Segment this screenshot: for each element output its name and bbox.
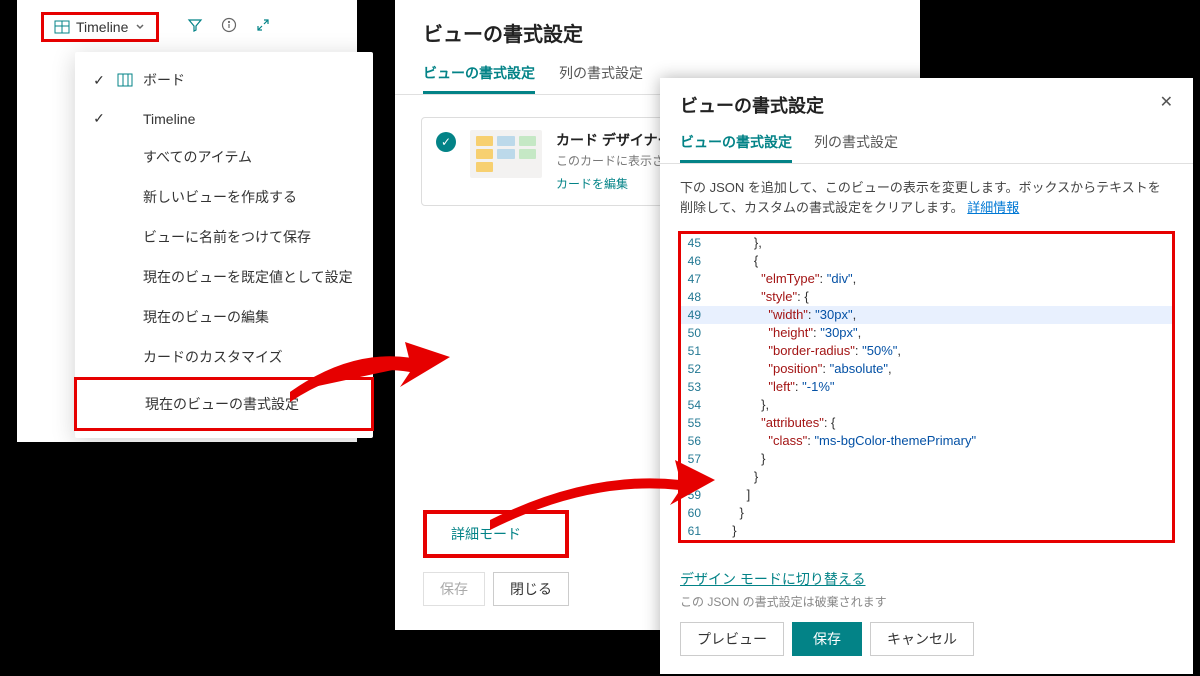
card-thumbnail [470, 130, 542, 178]
close-button[interactable]: 閉じる [493, 572, 569, 606]
save-button[interactable]: 保存 [792, 622, 862, 656]
menu-set-default[interactable]: 現在のビューを既定値として設定 [75, 257, 373, 297]
design-mode-note: この JSON の書式設定は破棄されます [680, 593, 1173, 610]
option-label: 新しいビューを作成する [143, 187, 297, 207]
table-icon [54, 19, 70, 35]
close-icon[interactable]: ✕ [1160, 92, 1173, 112]
chevron-down-icon [134, 19, 146, 35]
menu-format-current-view[interactable]: 現在のビューの書式設定 [74, 377, 374, 431]
menu-save-view-as[interactable]: ビューに名前をつけて保存 [75, 217, 373, 257]
filter-icon[interactable] [187, 17, 203, 38]
option-label: ビューに名前をつけて保存 [143, 227, 311, 247]
view-option-all[interactable]: すべてのアイテム [75, 137, 373, 177]
save-button[interactable]: 保存 [423, 572, 485, 606]
json-description: 下の JSON を追加して、このビューの表示を変更します。ボックスからテキストを… [660, 164, 1193, 231]
panel3-footer: デザイン モードに切り替える この JSON の書式設定は破棄されます プレビュ… [660, 557, 1193, 674]
tab-view-format[interactable]: ビューの書式設定 [680, 124, 792, 163]
tab-column-format[interactable]: 列の書式設定 [559, 55, 643, 94]
board-icon [117, 72, 133, 88]
view-button-label: Timeline [76, 19, 128, 35]
tab-column-format[interactable]: 列の書式設定 [814, 124, 898, 163]
toolbar-actions [187, 17, 271, 38]
option-label: 現在のビューを既定値として設定 [143, 267, 353, 287]
check-circle-icon: ✓ [436, 132, 456, 152]
view-dropdown-menu: ✓ ボード ✓ Timeline すべてのアイテム 新しいビューを作成する ビュ… [75, 52, 373, 438]
menu-create-view[interactable]: 新しいビューを作成する [75, 177, 373, 217]
option-label: すべてのアイテム [143, 147, 252, 167]
tab-view-format[interactable]: ビューの書式設定 [423, 55, 535, 94]
panel3-tabs: ビューの書式設定 列の書式設定 [660, 124, 1193, 164]
panel-title: ビューの書式設定 [395, 0, 920, 55]
option-label: 現在のビューの書式設定 [145, 394, 299, 414]
cancel-button[interactable]: キャンセル [870, 622, 974, 656]
design-mode-link[interactable]: デザイン モードに切り替える [680, 569, 1173, 589]
advanced-mode-highlight: 詳細モード [423, 510, 569, 558]
panel3-title: ビューの書式設定 [680, 92, 824, 118]
option-label: ボード [143, 70, 185, 90]
preview-button[interactable]: プレビュー [680, 622, 784, 656]
check-icon: ✓ [91, 72, 107, 89]
view-option-board[interactable]: ✓ ボード [75, 60, 373, 100]
option-label: Timeline [143, 111, 195, 127]
option-label: 現在のビューの編集 [143, 307, 269, 327]
view-option-timeline[interactable]: ✓ Timeline [75, 100, 373, 137]
learn-more-link[interactable]: 詳細情報 [967, 200, 1019, 215]
card-edit-link[interactable]: カードを編集 [556, 177, 628, 191]
menu-edit-view[interactable]: 現在のビューの編集 [75, 297, 373, 337]
json-editor-panel: ビューの書式設定 ✕ ビューの書式設定 列の書式設定 下の JSON を追加して… [660, 78, 1193, 674]
json-editor[interactable]: 45 },46 {47 "elmType": "div",48 "style":… [678, 231, 1175, 543]
menu-customize-card[interactable]: カードのカスタマイズ [75, 337, 373, 377]
expand-icon[interactable] [255, 17, 271, 38]
option-label: カードのカスタマイズ [143, 347, 283, 367]
view-dropdown-panel: Timeline ✓ ボード ✓ Timeline すべてのアイテム [17, 0, 357, 442]
info-icon[interactable] [221, 17, 237, 38]
advanced-mode-link[interactable]: 詳細モード [451, 526, 521, 542]
current-view-button[interactable]: Timeline [41, 12, 159, 42]
view-toolbar: Timeline [17, 0, 357, 51]
check-icon: ✓ [91, 110, 107, 127]
